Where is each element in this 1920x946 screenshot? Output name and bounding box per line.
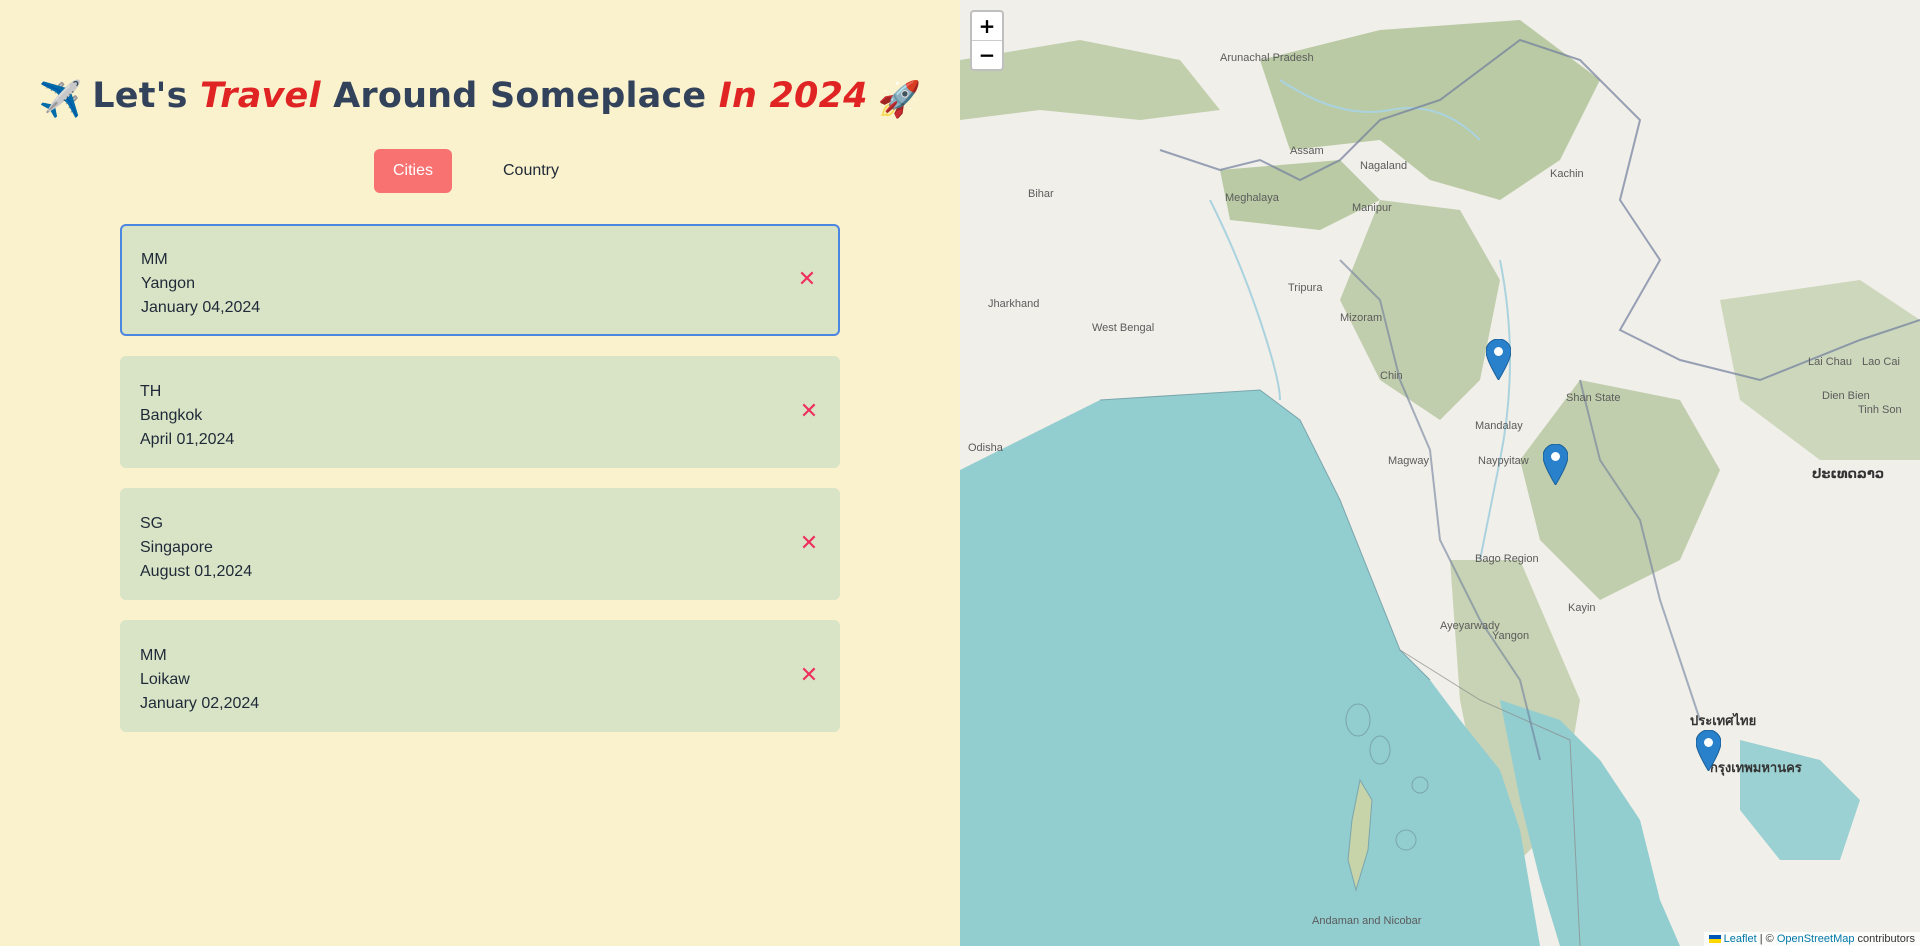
map-tiles [960,0,1920,946]
zoom-control: + − [970,10,1004,71]
map-label: Lao Cai [1862,356,1900,368]
trip-country-code: MM [141,251,168,268]
map-label: Yangon [1492,630,1530,642]
view-tabs: Cities Country [0,149,960,193]
map-label: Assam [1290,145,1324,157]
map-label: Naypyitaw [1478,455,1529,467]
close-icon[interactable]: ✕ [798,664,820,688]
map-label: Manipur [1352,202,1392,214]
trip-city: Yangon [141,275,195,292]
rocket-icon: 🚀 [877,80,922,120]
trip-country-code: MM [140,647,167,664]
map-label: Kayin [1568,602,1596,614]
tab-cities[interactable]: Cities [374,149,452,193]
map-label: Ayeyarwady [1440,620,1500,632]
ukraine-flag-icon [1708,935,1721,943]
close-icon[interactable]: ✕ [798,400,820,424]
trip-country-code: TH [140,383,162,400]
tab-country[interactable]: Country [476,149,586,193]
zoom-in-button[interactable]: + [972,12,1002,40]
map-label: Nagaland [1360,160,1408,172]
close-icon[interactable]: ✕ [796,268,818,292]
map-marker-icon[interactable] [1543,444,1568,485]
map-label: Dien Bien [1822,390,1870,402]
map-label: Kachin [1550,168,1584,180]
leaflet-link[interactable]: Leaflet [1724,933,1757,945]
map-label: Lai Chau [1808,356,1853,368]
map-label: Andaman and Nicobar [1312,915,1422,927]
map-marker-icon[interactable] [1696,730,1721,771]
airplane-icon: ✈️ [38,80,83,120]
map-label: Mizoram [1340,312,1383,324]
trip-list: MM Yangon January 04,2024 ✕ TH Bangkok A… [120,224,840,752]
trip-country-code: SG [140,515,164,532]
page-title: ✈️ Let's Travel Around Someplace In 2024 🚀 [38,76,922,120]
map-label: Tripura [1288,282,1323,294]
map-label: กรุงเทพมหานคร [1710,760,1802,775]
trip-date: August 01,2024 [140,563,253,580]
trip-date: April 01,2024 [140,431,235,448]
trip-city: Singapore [140,539,213,556]
trip-card[interactable]: TH Bangkok April 01,2024 ✕ [120,356,840,468]
trip-list-panel: ✈️ Let's Travel Around Someplace In 2024 🚀… [0,0,960,946]
map-label: Magway [1388,455,1429,467]
trip-date: January 04,2024 [141,299,261,316]
trip-card[interactable]: SG Singapore August 01,2024 ✕ [120,488,840,600]
zoom-out-button[interactable]: − [972,40,1002,69]
trip-date: January 02,2024 [140,695,260,712]
map-label: Tinh Son [1858,404,1902,416]
map-label: Meghalaya [1225,192,1279,204]
map-attribution: Leaflet | © OpenStreetMap contributors [1703,932,1920,946]
trip-city: Bangkok [140,407,203,424]
map-label: Jharkhand [988,298,1040,310]
map-label: Odisha [968,442,1003,454]
map-label: Shan State [1566,392,1621,404]
map-view[interactable]: Arunachal Pradesh Assam Nagaland Bihar M… [960,0,1920,946]
openstreetmap-link[interactable]: OpenStreetMap [1777,933,1855,945]
close-icon[interactable]: ✕ [798,532,820,556]
map-label: Mandalay [1475,420,1523,432]
map-label: Arunachal Pradesh [1220,52,1314,64]
map-label: West Bengal [1092,322,1155,334]
trip-city: Loikaw [140,671,190,688]
map-label: Bago Region [1475,553,1539,565]
map-label: ประเทศไทย [1690,713,1757,728]
map-label: ປະເທດລາວ [1812,466,1885,481]
map-marker-icon[interactable] [1486,339,1511,380]
trip-card[interactable]: MM Yangon January 04,2024 ✕ [120,224,840,336]
map-label: Bihar [1028,188,1054,200]
trip-card[interactable]: MM Loikaw January 02,2024 ✕ [120,620,840,732]
map-label: Chin [1380,370,1403,382]
